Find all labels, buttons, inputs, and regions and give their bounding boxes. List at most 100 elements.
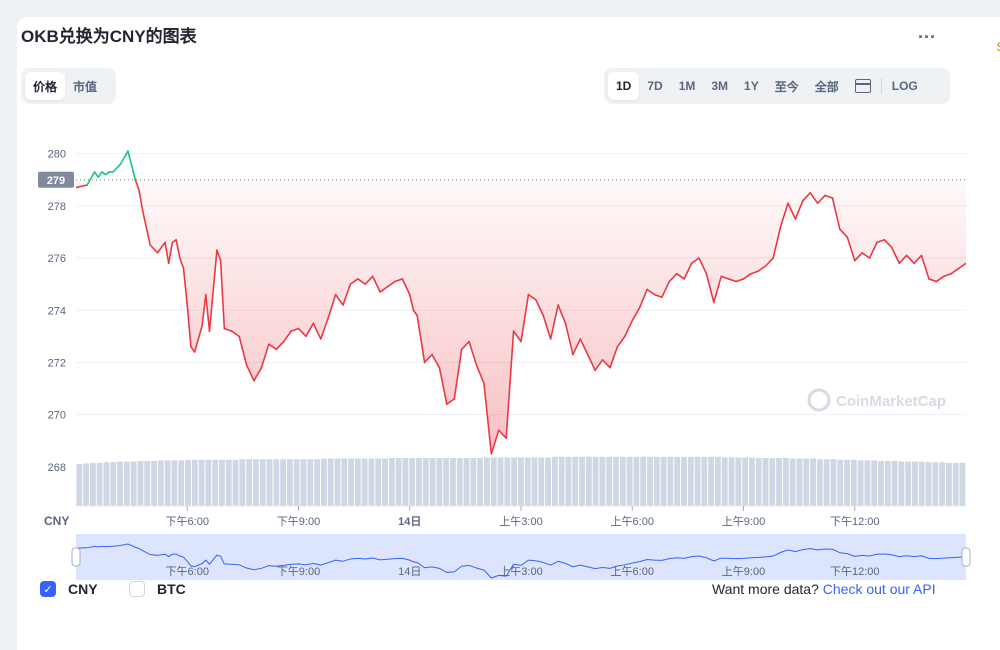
- volume-bar: [667, 456, 674, 506]
- volume-bar: [456, 458, 463, 506]
- volume-bar: [816, 459, 823, 506]
- legend-btc[interactable]: BTC: [129, 581, 186, 597]
- volume-bar: [959, 462, 966, 506]
- volume-bar: [96, 462, 103, 506]
- volume-bar: [76, 464, 83, 506]
- volume-bar: [504, 457, 511, 506]
- x-tick-label: 上午6:00: [611, 515, 654, 528]
- volume-bar: [946, 462, 952, 506]
- volume-bar: [205, 459, 212, 506]
- volume-bar: [558, 456, 565, 506]
- volume-bar: [626, 456, 633, 506]
- volume-bar: [219, 459, 225, 506]
- volume-bar: [762, 458, 769, 506]
- api-promo: Want more data? Check out our API: [712, 581, 936, 597]
- volume-bar: [477, 458, 484, 506]
- x-axis-currency-label: CNY: [44, 514, 69, 528]
- navigator-tick-label: 上午6:00: [611, 565, 654, 578]
- volume-bar: [850, 459, 857, 506]
- volume-bar: [844, 459, 850, 506]
- volume-bar: [796, 458, 803, 506]
- navigator-tick-label: 下午9:00: [277, 565, 320, 578]
- volume-bar: [647, 456, 653, 506]
- volume-bar: [891, 461, 898, 506]
- api-text: Want more data?: [712, 581, 819, 597]
- volume-bar: [293, 459, 300, 506]
- volume-bar: [157, 460, 164, 506]
- navigator-tick-label: 14日: [398, 566, 421, 578]
- volume-bar: [144, 461, 151, 506]
- volume-bar: [395, 458, 402, 506]
- volume-bar: [327, 458, 334, 506]
- volume-bar: [110, 462, 117, 506]
- y-tick-label: 268: [48, 462, 66, 474]
- btc-checkbox[interactable]: [129, 581, 145, 597]
- volume-bar: [280, 459, 287, 506]
- volume-bar: [857, 460, 864, 506]
- volume-bar: [742, 457, 748, 506]
- volume-bar: [755, 458, 762, 506]
- volume-bar: [619, 456, 626, 506]
- volume-bar: [334, 458, 341, 506]
- volume-bar: [640, 456, 647, 506]
- volume-bar: [545, 457, 551, 506]
- volume-bar: [450, 458, 456, 506]
- x-tick-label: 下午6:00: [166, 515, 209, 528]
- volume-bar: [653, 456, 660, 506]
- price-segment: [119, 150, 129, 165]
- volume-bar: [830, 459, 837, 506]
- volume-bar: [687, 456, 694, 506]
- volume-bar: [348, 458, 354, 506]
- volume-bar: [266, 459, 273, 506]
- volume-bar: [585, 456, 592, 506]
- volume-bar: [721, 457, 728, 506]
- volume-bar: [361, 458, 368, 506]
- volume-bar: [674, 456, 681, 506]
- volume-bar: [864, 460, 871, 506]
- volume-bar: [538, 457, 545, 506]
- volume-bar: [728, 457, 735, 506]
- volume-bar: [300, 459, 307, 506]
- navigator-tick-label: 上午9:00: [722, 565, 765, 578]
- price-segment: [97, 171, 103, 178]
- legend-cny[interactable]: ✓ CNY: [40, 581, 98, 597]
- api-link[interactable]: Check out our API: [823, 581, 936, 597]
- x-tick-label: 下午12:00: [830, 515, 880, 528]
- volume-bar: [715, 456, 721, 506]
- volume-bar: [823, 459, 830, 506]
- volume-bar: [368, 458, 375, 506]
- navigator-tick-label: 上午3:00: [499, 565, 542, 578]
- volume-bar: [123, 461, 130, 506]
- volume-bar: [497, 457, 504, 506]
- volume-bar: [511, 457, 518, 506]
- volume-bar: [320, 458, 327, 506]
- volume-bar: [884, 461, 891, 506]
- price-segment: [93, 171, 100, 178]
- y-tick-label: 280: [48, 149, 66, 161]
- navigator-tick-label: 下午12:00: [830, 565, 880, 578]
- volume-bar: [232, 459, 239, 506]
- volume-bar: [259, 459, 266, 506]
- price-plot: [76, 150, 966, 455]
- cny-checkbox[interactable]: ✓: [40, 581, 56, 597]
- price-segment: [86, 171, 96, 186]
- x-tick-label: 上午3:00: [499, 515, 542, 528]
- volume-bar: [490, 457, 497, 506]
- volume-bar: [402, 458, 409, 506]
- volume-bar: [776, 458, 782, 506]
- navigator-handle: [961, 547, 971, 567]
- x-tick-label: 14日: [398, 515, 421, 528]
- volume-bar: [212, 459, 219, 506]
- volume-bar: [341, 458, 348, 506]
- x-tick-label: 上午9:00: [722, 515, 765, 528]
- y-tick-label: 270: [48, 410, 66, 422]
- volume-bar: [422, 458, 429, 506]
- volume-bar: [803, 458, 810, 506]
- volume-bar: [769, 458, 776, 506]
- volume-bar: [463, 458, 470, 506]
- volume-bar: [694, 456, 701, 506]
- volume-bar: [429, 458, 436, 506]
- volume-bar: [878, 461, 884, 506]
- price-chart: 280 278 276 274 272 270 268 279 CoinMarketCap CNY…: [38, 149, 971, 580]
- volume-bar: [748, 457, 755, 506]
